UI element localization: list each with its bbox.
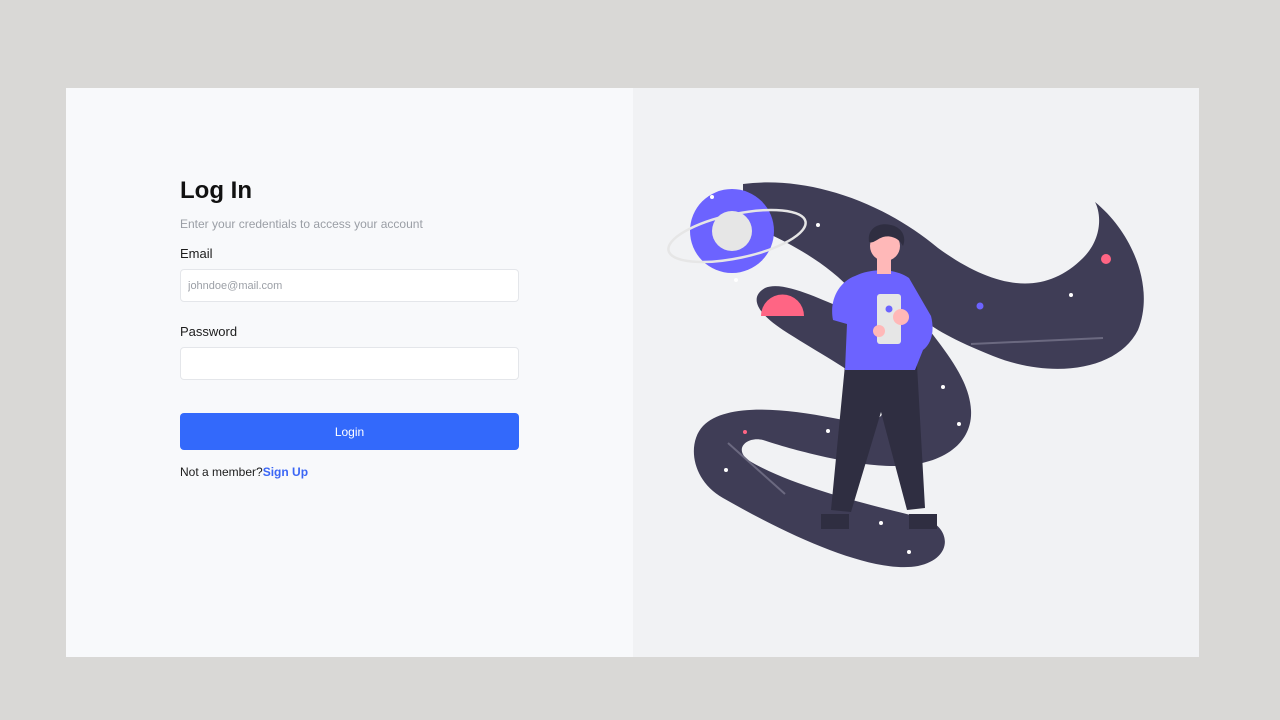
space-illustration-icon [667, 182, 1144, 568]
signup-row: Not a member?Sign Up [180, 464, 519, 480]
star-pink-small [743, 430, 747, 434]
login-card: Log In Enter your credentials to access … [66, 88, 1199, 657]
page-subtitle: Enter your credentials to access your ac… [180, 217, 423, 231]
email-field[interactable] [180, 269, 519, 302]
signup-prompt: Not a member? [180, 465, 263, 479]
illustration-panel [633, 88, 1199, 657]
login-panel: Log In Enter your credentials to access … [66, 88, 633, 657]
password-field[interactable] [180, 347, 519, 380]
page-title: Log In [180, 177, 252, 204]
email-label: Email [180, 246, 213, 261]
signup-link[interactable]: Sign Up [263, 465, 308, 479]
login-form: Log In Enter your credentials to access … [180, 176, 519, 480]
login-button[interactable]: Login [180, 413, 519, 450]
password-label: Password [180, 324, 238, 339]
star-purple [976, 302, 984, 310]
star-pink [1101, 254, 1111, 264]
